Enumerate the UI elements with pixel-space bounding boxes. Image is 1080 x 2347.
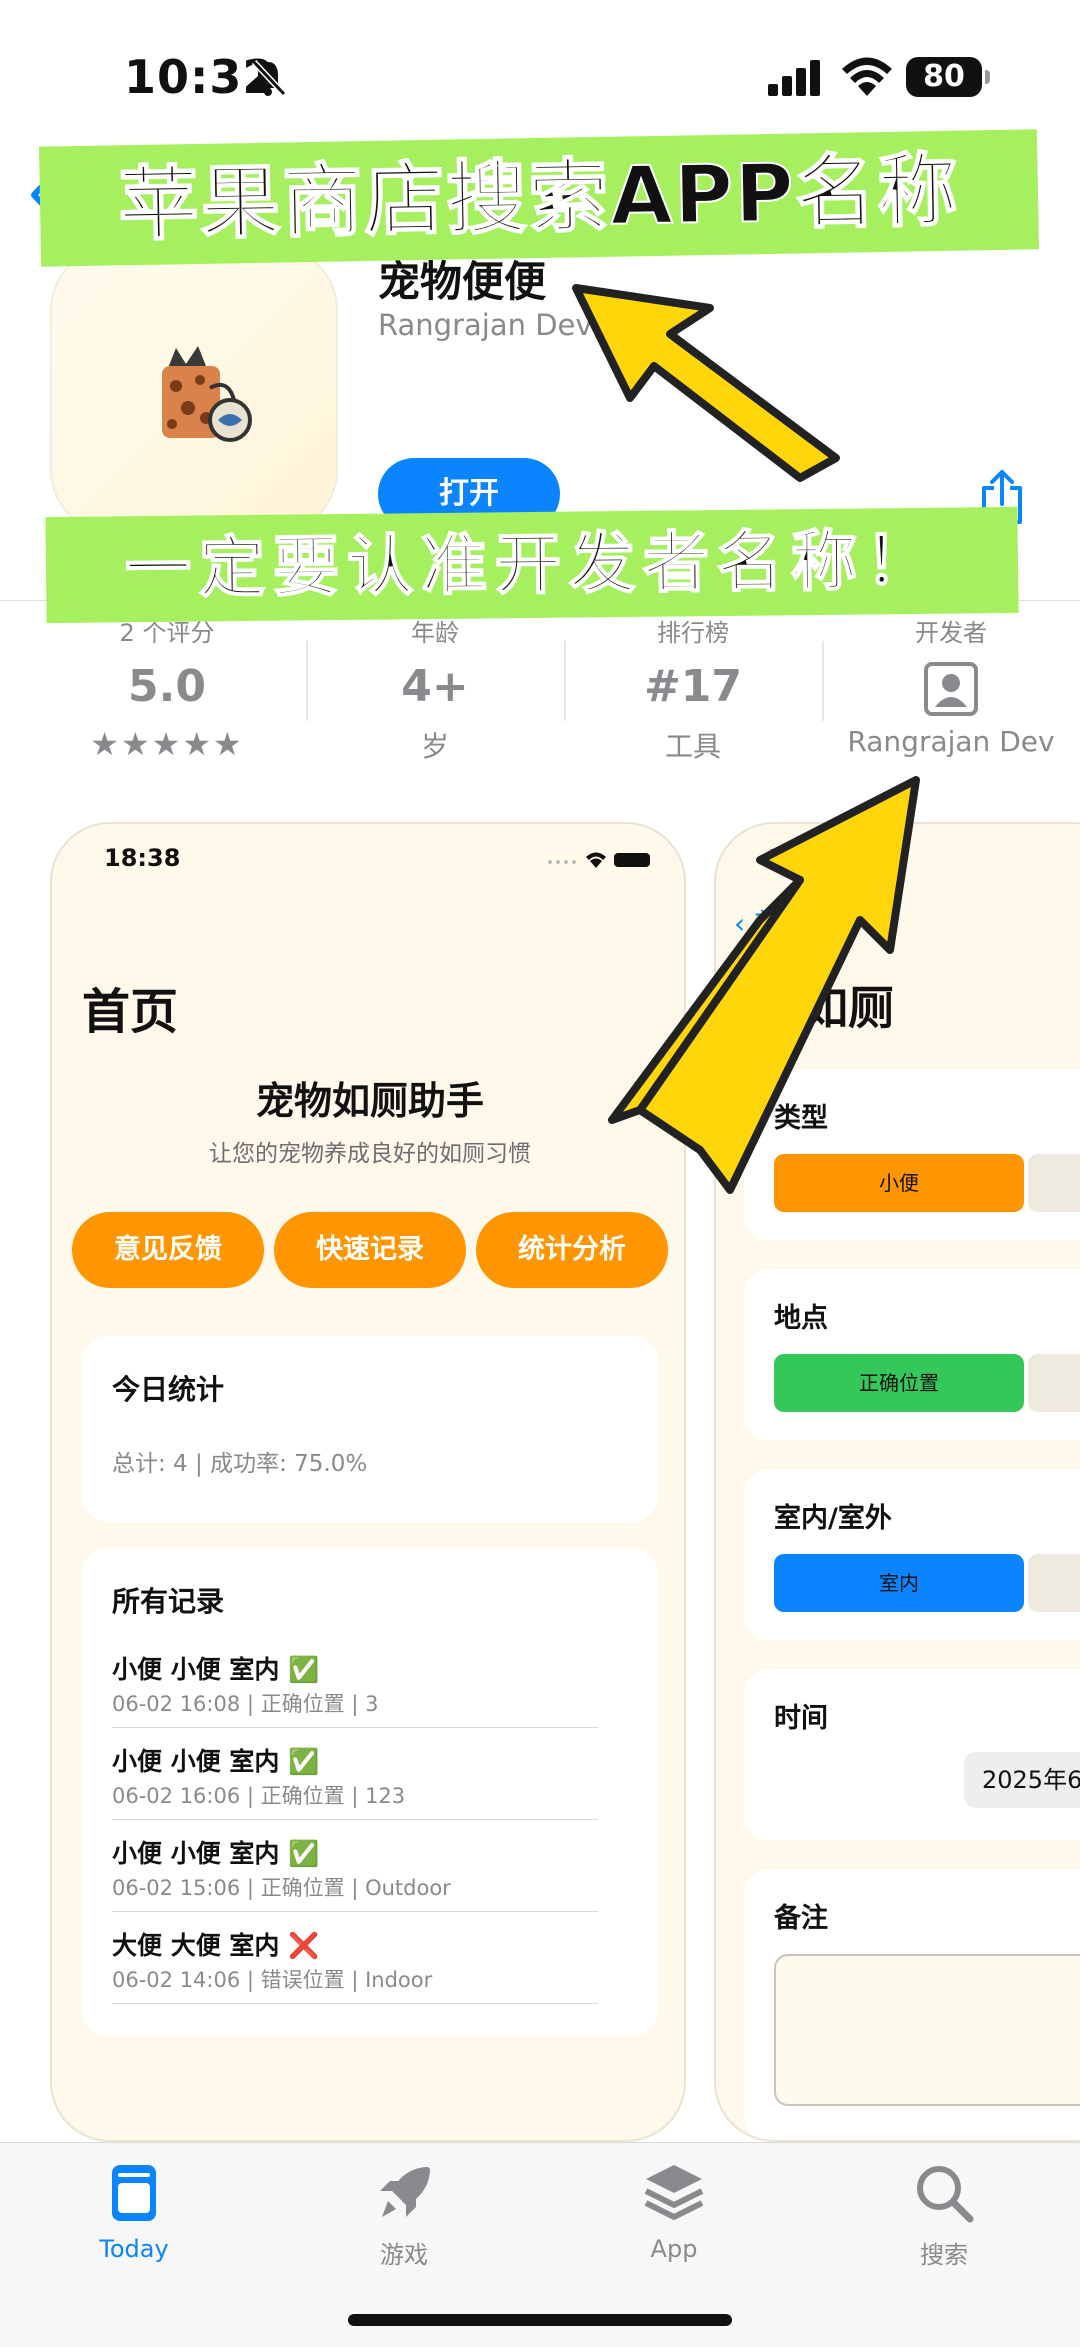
cellular-signal-icon [768,60,820,96]
list-item[interactable]: 小便 小便 室内 ✅ 06-02 15:06 | 正确位置 | Outdoor [112,1820,598,1912]
bell-slash-icon [251,59,287,97]
today-stats-card: 今日统计 总计: 4 | 成功率: 75.0% [82,1336,658,1522]
note-card: 备注 [744,1870,1080,2140]
tab-games[interactable]: 游戏 [304,2161,504,2270]
search-icon [917,2166,974,2223]
rating-value: 5.0 [128,661,206,712]
indoor-selected-segment[interactable]: 室内 [774,1554,1024,1612]
place-label: 地点 [774,1303,828,1334]
rank-value: #17 [643,661,743,712]
place-other-segment[interactable] [1028,1354,1080,1412]
developer-label: 开发者 [915,619,987,647]
status-bar: 10:32 80 [0,0,1080,150]
time-card: 时间 2025年6 [744,1670,1080,1840]
tab-label: 游戏 [380,2241,428,2269]
battery-indicator: 80 [906,57,990,97]
quick-record-button[interactable]: 快速记录 [274,1212,466,1288]
tab-search[interactable]: 搜索 [844,2161,1044,2270]
feedback-button[interactable]: 意见反馈 [72,1212,264,1288]
list-item[interactable]: 小便 小便 室内 ✅ 06-02 16:06 | 正确位置 | 123 [112,1728,598,1820]
rank-column[interactable]: 排行榜 #17 工具 [564,613,822,765]
arrow-icon [572,284,840,482]
indoor-outdoor-label: 室内/室外 [774,1503,892,1534]
statistics-button[interactable]: 统计分析 [476,1212,668,1288]
outdoor-segment[interactable] [1028,1554,1080,1612]
tab-today[interactable]: Today [34,2161,234,2263]
home-title: 首页 [82,984,179,1040]
annotation-banner-mid: 一定要认准开发者名称！ [124,521,941,609]
home-indicator[interactable] [348,2314,732,2326]
wifi-icon [842,57,892,96]
time-label: 时间 [774,1703,828,1734]
app-screenshot-1[interactable]: 18:38 首页 宠物如厕助手 让您的宠物养成良好的如厕习惯 意见反馈 快速记录… [50,822,686,2142]
note-input[interactable] [774,1954,1080,2106]
assistant-subtitle: 让您的宠物养成良好的如厕习惯 [209,1141,531,1167]
today-stats-title: 今日统计 [112,1373,225,1406]
date-picker[interactable]: 2025年6 [964,1752,1080,1808]
rank-category: 工具 [664,730,721,763]
place-selected-segment[interactable]: 正确位置 [774,1354,1024,1412]
age-sub: 岁 [420,730,449,763]
indoor-outdoor-card: 室内/室外 室内 [744,1470,1080,1640]
tab-label: 搜索 [920,2241,968,2269]
cat-mascot-icon [162,346,252,442]
today-stats-text: 总计: 4 | 成功率: 75.0% [112,1451,368,1477]
rating-stars: ★★★★★ [90,725,244,763]
list-item[interactable]: 小便 小便 室内 ✅ 06-02 16:08 | 正确位置 | 3 [112,1636,598,1728]
arrow-icon [608,776,920,1194]
age-column[interactable]: 年龄 4+ 岁 [306,613,564,765]
records-title: 所有记录 [112,1585,225,1618]
apps-stack-icon [644,2165,704,2220]
tab-label: Today [99,2235,169,2263]
tab-label: App [650,2235,698,2263]
note-label: 备注 [774,1903,828,1934]
rank-label: 排行榜 [657,619,729,647]
tab-apps[interactable]: App [574,2161,774,2263]
ratings-column[interactable]: 2 个评分 5.0 ★★★★★ [38,613,296,763]
developer-icon [822,661,1080,716]
assistant-heading: 宠物如厕助手 [255,1079,484,1123]
type-other-segment[interactable] [1028,1154,1080,1212]
developer-name: Rangrajan Dev [847,725,1055,758]
place-card: 地点 正确位置 [744,1270,1080,1440]
app-info-strip: 2 个评分 5.0 ★★★★★ 年龄 4+ 岁 排行榜 #17 工具 开发者 R… [0,600,1080,770]
rocket-icon [380,2167,430,2217]
app-icon [50,246,338,534]
screenshot-time: 18:38 [104,844,181,872]
annotation-banner-top: 苹果商店搜索APP名称 [117,143,962,253]
age-value: 4+ [401,661,469,712]
today-icon [112,2165,156,2221]
developer-column[interactable]: 开发者 Rangrajan Dev [822,613,1080,758]
list-item[interactable]: 大便 大便 室内 ❌ 06-02 14:06 | 错误位置 | Indoor [112,1912,598,2004]
